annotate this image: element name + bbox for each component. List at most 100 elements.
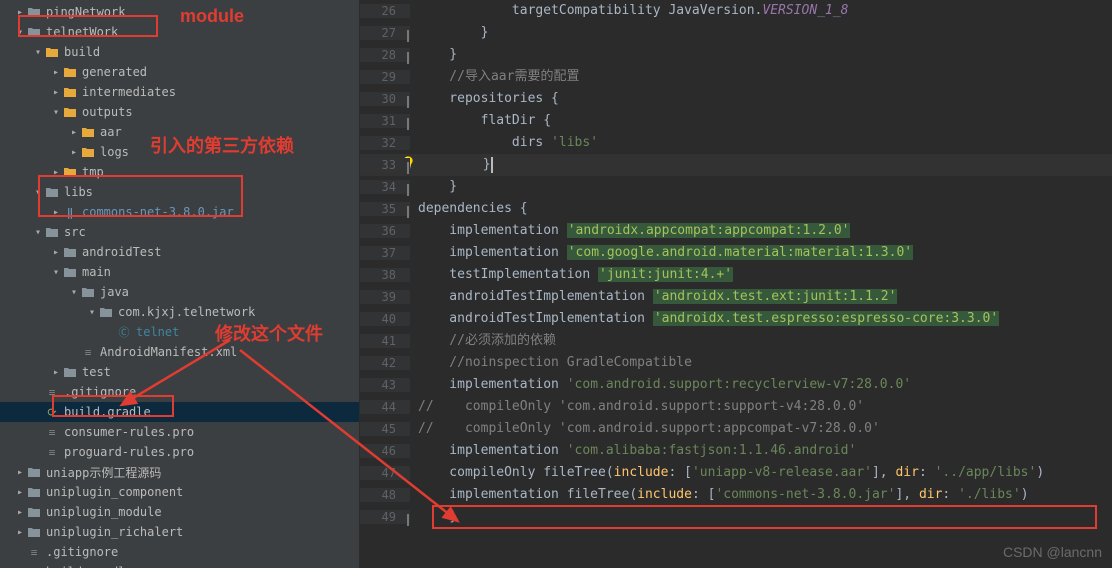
folder-icon (26, 6, 42, 18)
code-line[interactable]: 45// compileOnly 'com.android.support:ap… (360, 418, 1112, 440)
tree-row[interactable]: java (0, 282, 359, 302)
code-line[interactable]: 38 testImplementation 'junit:junit:4.+' (360, 264, 1112, 286)
line-number: 43 (360, 378, 410, 392)
code-text: implementation fileTree(include: ['commo… (410, 484, 1029, 506)
chevron-icon[interactable] (50, 267, 62, 278)
tree-label: telnetWork (46, 25, 118, 39)
line-number: 28 (360, 48, 410, 62)
tree-row[interactable]: build (0, 42, 359, 62)
tree-row[interactable]: tmp (0, 162, 359, 182)
tree-row[interactable]: logs (0, 142, 359, 162)
code-line[interactable]: 49 } (360, 506, 1112, 528)
file-icon: ≡ (44, 446, 60, 459)
chevron-icon[interactable] (14, 27, 26, 38)
tree-label: pingNetwork (46, 5, 125, 19)
project-tree[interactable]: pingNetwork telnetWork buildgeneratedinter… (0, 0, 360, 568)
chevron-icon[interactable] (14, 467, 26, 478)
tree-row[interactable]: uniplugin_component (0, 482, 359, 502)
tree-row[interactable]: intermediates (0, 82, 359, 102)
code-editor[interactable]: 26 targetCompatibility JavaVersion.VERSI… (360, 0, 1112, 568)
code-line[interactable]: 31 flatDir { (360, 110, 1112, 132)
code-line[interactable]: 46 implementation 'com.alibaba:fastjson:… (360, 440, 1112, 462)
tree-row[interactable]: outputs (0, 102, 359, 122)
code-line[interactable]: 35dependencies { (360, 198, 1112, 220)
chevron-icon[interactable] (86, 307, 98, 318)
code-line[interactable]: 33💡 } (360, 154, 1112, 176)
code-line[interactable]: 44// compileOnly 'com.android.support:su… (360, 396, 1112, 418)
folder-icon (80, 126, 96, 138)
line-number: 46 (360, 444, 410, 458)
tree-row[interactable]: telnetWork (0, 22, 359, 42)
tree-row[interactable]: ≡.gitignore (0, 382, 359, 402)
chevron-icon[interactable] (50, 367, 62, 378)
tree-row[interactable]: ≡proguard-rules.pro (0, 442, 359, 462)
code-line[interactable]: 27 } (360, 22, 1112, 44)
chevron-icon[interactable] (32, 187, 44, 198)
line-number: 27 (360, 26, 410, 40)
chevron-icon[interactable] (50, 107, 62, 118)
line-number: 40 (360, 312, 410, 326)
code-text: implementation 'com.alibaba:fastjson:1.1… (410, 440, 856, 462)
line-number: 34 (360, 180, 410, 194)
tree-row[interactable]: uniplugin_module (0, 502, 359, 522)
chevron-icon[interactable] (14, 527, 26, 538)
tree-row[interactable]: pingNetwork (0, 2, 359, 22)
tree-label: test (82, 365, 111, 379)
tree-label: libs (64, 185, 93, 199)
tree-row[interactable]: uniplugin_richalert (0, 522, 359, 542)
tree-row[interactable]: ⟳build.gradle (0, 562, 359, 568)
code-text: } (410, 22, 488, 44)
code-line[interactable]: 41 //必须添加的依赖 (360, 330, 1112, 352)
tree-row[interactable]: ≡consumer-rules.pro (0, 422, 359, 442)
tree-row[interactable]: ⟳build.gradle (0, 402, 359, 422)
tree-row[interactable]: src (0, 222, 359, 242)
chevron-icon[interactable] (50, 167, 62, 178)
tree-label: .gitignore (46, 545, 118, 559)
code-line[interactable]: 48 implementation fileTree(include: ['co… (360, 484, 1112, 506)
tree-row[interactable]: androidTest (0, 242, 359, 262)
tree-row[interactable]: uniapp示例工程源码 (0, 462, 359, 482)
chevron-icon[interactable] (68, 147, 80, 158)
code-line[interactable]: 34 } (360, 176, 1112, 198)
tree-row[interactable]: test (0, 362, 359, 382)
code-line[interactable]: 30 repositories { (360, 88, 1112, 110)
code-line[interactable]: 32 dirs 'libs' (360, 132, 1112, 154)
tree-row[interactable]: ‖commons-net-3.8.0.jar (0, 202, 359, 222)
tree-row[interactable]: main (0, 262, 359, 282)
line-number: 38 (360, 268, 410, 282)
code-line[interactable]: 39 androidTestImplementation 'androidx.t… (360, 286, 1112, 308)
tree-row[interactable]: libs (0, 182, 359, 202)
code-line[interactable]: 42 //noinspection GradleCompatible (360, 352, 1112, 374)
chevron-icon[interactable] (50, 87, 62, 98)
code-text: 💡 } (410, 154, 493, 176)
code-line[interactable]: 26 targetCompatibility JavaVersion.VERSI… (360, 0, 1112, 22)
code-line[interactable]: 37 implementation 'com.google.android.ma… (360, 242, 1112, 264)
chevron-icon[interactable] (14, 507, 26, 518)
chevron-icon[interactable] (68, 127, 80, 138)
code-text: testImplementation 'junit:junit:4.+' (410, 264, 733, 286)
chevron-icon[interactable] (50, 207, 62, 218)
tree-row[interactable]: aar (0, 122, 359, 142)
chevron-icon[interactable] (68, 287, 80, 298)
line-number: 29 (360, 70, 410, 84)
code-line[interactable]: 47 compileOnly fileTree(include: ['uniap… (360, 462, 1112, 484)
code-line[interactable]: 28 } (360, 44, 1112, 66)
tree-label: com.kjxj.telnetwork (118, 305, 255, 319)
chevron-icon[interactable] (50, 247, 62, 258)
tree-label: tmp (82, 165, 104, 179)
chevron-icon[interactable] (14, 7, 26, 18)
tree-row[interactable]: com.kjxj.telnetwork (0, 302, 359, 322)
code-line[interactable]: 40 androidTestImplementation 'androidx.t… (360, 308, 1112, 330)
chevron-icon[interactable] (14, 487, 26, 498)
code-line[interactable]: 36 implementation 'androidx.appcompat:ap… (360, 220, 1112, 242)
code-line[interactable]: 29 //导入aar需要的配置 (360, 66, 1112, 88)
tree-row[interactable]: generated (0, 62, 359, 82)
chevron-icon[interactable] (32, 227, 44, 238)
code-line[interactable]: 43 implementation 'com.android.support:r… (360, 374, 1112, 396)
code-text: } (410, 44, 457, 66)
chevron-icon[interactable] (32, 47, 44, 58)
tree-row[interactable]: ≡.gitignore (0, 542, 359, 562)
tree-row[interactable]: ≡AndroidManifest.xml (0, 342, 359, 362)
chevron-icon[interactable] (50, 67, 62, 78)
tree-row[interactable]: Ⓒtelnet (0, 322, 359, 342)
